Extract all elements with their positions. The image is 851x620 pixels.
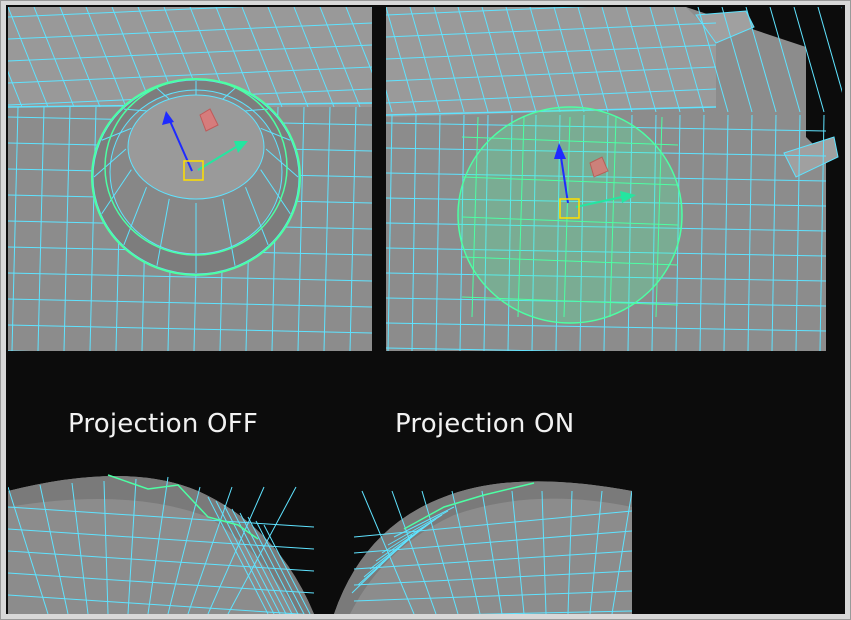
image-stage: Projection OFF Projection ON — [6, 5, 845, 614]
mesh-hole-selection-view[interactable] — [8, 7, 372, 351]
viewport-top-left[interactable] — [8, 7, 372, 351]
soft-selection-region — [457, 106, 683, 324]
dome-closeup-projection-off[interactable] — [8, 467, 314, 614]
figure-frame: Projection OFF Projection ON — [0, 0, 851, 620]
viewport-top-right[interactable] — [386, 7, 842, 351]
caption-projection-on: Projection ON — [395, 409, 575, 439]
dome-closeup-projection-on[interactable] — [334, 467, 632, 614]
viewport-bottom-left[interactable] — [8, 467, 314, 614]
caption-projection-off: Projection OFF — [68, 409, 259, 439]
mesh-sphere-selection-view[interactable] — [386, 7, 842, 351]
viewport-bottom-right[interactable] — [334, 467, 632, 614]
